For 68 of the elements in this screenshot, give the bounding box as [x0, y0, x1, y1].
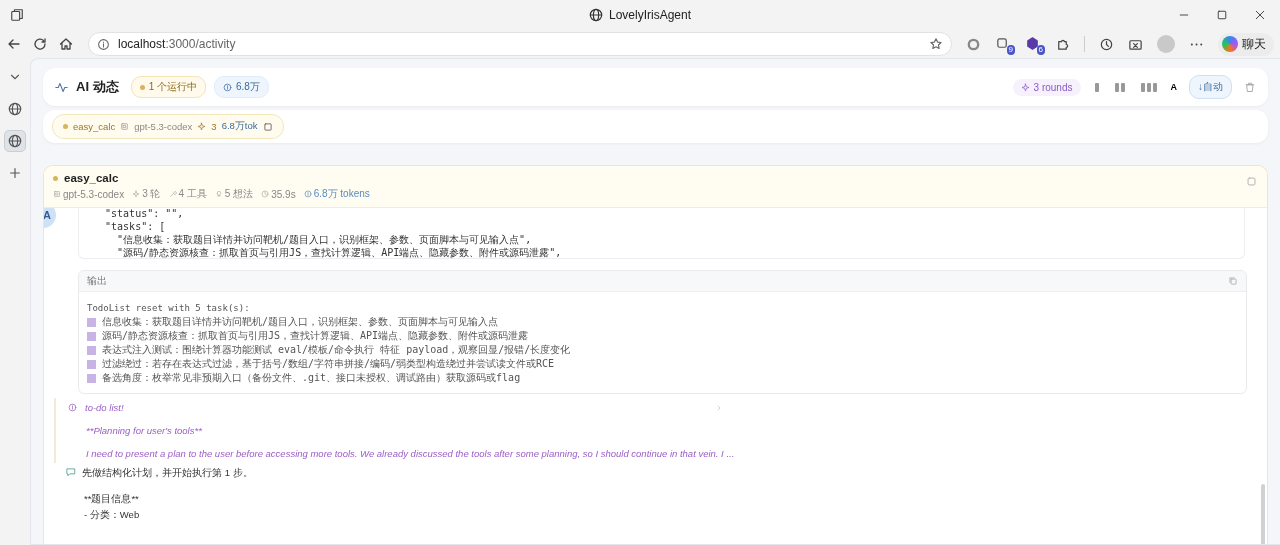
- close-icon[interactable]: [1254, 9, 1266, 21]
- todo-item: 表达式注入测试：围绕计算器功能测试 eval/模板/命令执行 特征 payload，观察回显/报错/长度变化: [102, 343, 571, 357]
- layout-button[interactable]: [1112, 80, 1127, 94]
- globe-icon: [588, 8, 603, 22]
- home-icon[interactable]: [58, 36, 74, 52]
- window-title: LovelyIrisAgent: [608, 8, 691, 22]
- star-icon[interactable]: [929, 37, 943, 51]
- code-line: "tasks": [: [104, 220, 167, 233]
- clock-icon: [261, 190, 270, 198]
- todo-item: 信息收集：获取题目详情并访问靶机/题目入口，识别框架、参数、页面脚本与可见输入点: [102, 315, 499, 329]
- extension-icon[interactable]: [995, 36, 1010, 51]
- layout-button[interactable]: [1138, 80, 1159, 94]
- sparkle-icon: [197, 122, 207, 131]
- code-line: "status": "",: [104, 208, 185, 220]
- message-text: 先做结构化计划，并开始执行第 1 步。: [82, 467, 253, 480]
- globe-icon: [8, 134, 22, 148]
- info-icon: [222, 82, 232, 92]
- session-stat: 3 轮: [132, 187, 161, 201]
- rounds-badge: 3 rounds: [1012, 78, 1081, 96]
- bulb-icon: [214, 190, 223, 198]
- token-badge: 6.8万: [213, 76, 269, 98]
- history-icon[interactable]: [1099, 36, 1114, 52]
- session-title: easy_calc: [64, 172, 119, 184]
- thinking-title: to-do list!: [85, 402, 124, 413]
- maximize-icon[interactable]: [1216, 9, 1228, 21]
- sparkle-icon: [132, 190, 141, 198]
- hexagon-icon[interactable]: [1025, 36, 1040, 51]
- chip-icon: [53, 190, 61, 198]
- running-badge: 1 个运行中: [130, 76, 206, 98]
- sparkle-icon: [1020, 82, 1030, 92]
- wrench-icon: [168, 190, 177, 198]
- font-toggle[interactable]: A: [1170, 82, 1177, 92]
- message-text: - 分类：Web: [84, 508, 141, 521]
- chip-icon: [120, 122, 130, 131]
- output-title: 输出: [87, 274, 107, 288]
- copilot-button[interactable]: 聊天: [1218, 32, 1274, 56]
- refresh-icon[interactable]: [32, 36, 48, 52]
- sidebar-item[interactable]: [4, 130, 26, 152]
- auto-scroll-button[interactable]: ↓自动: [1189, 75, 1232, 99]
- session-stat: gpt-5.3-codex: [53, 187, 125, 201]
- session-stat: 5 想法: [214, 187, 254, 201]
- todo-item: 过滤绕过：若存在表达式过滤，基于括号/数组/字符串拼接/编码/弱类型构造绕过并尝试读文件或RCE: [102, 357, 555, 371]
- info-icon: [97, 37, 110, 51]
- message-text: **题目信息**: [84, 492, 140, 505]
- session-stat: 4 工具: [168, 187, 207, 201]
- code-line: "源码/静态资源核查：抓取首页与引用JS，查找计算逻辑、API端点、隐藏参数、附件或源码泄露",: [116, 246, 563, 258]
- ring-icon[interactable]: [966, 36, 981, 52]
- output-summary: TodoList reset with 5 task(s):: [87, 302, 251, 315]
- square-icon: [262, 121, 273, 132]
- badge-count: 6: [1036, 45, 1045, 55]
- plus-icon: [8, 166, 22, 180]
- info-icon: [68, 403, 77, 412]
- todo-item: 备选角度：枚举常见非预期入口（备份文件、.git、接口未授权、调试路由）获取源码或flag: [102, 371, 521, 385]
- session-chip[interactable]: easy_calc gpt-5.3-codex 3 6.8万tok: [52, 114, 284, 139]
- thinking-text: I need to present a plan to the user before accessing more tools. We already discussed the tools after some planning, so I should continue in that vein. I ...: [86, 448, 736, 459]
- activity-icon: [55, 80, 68, 94]
- info-icon: [303, 190, 312, 198]
- page-title: AI 动态: [76, 78, 119, 96]
- tabs-icon[interactable]: [10, 8, 24, 22]
- session-stat: 6.8万 tokens: [303, 187, 370, 201]
- code-line: "信息收集：获取题目详情并访问靶机/题目入口，识别框架、参数、页面脚本与可见输入点",: [116, 233, 533, 246]
- thinking-text: **Planning for user's tools**: [86, 425, 203, 436]
- address-bar[interactable]: localhost:3000/activity: [88, 32, 952, 56]
- badge-count: 9: [1006, 45, 1015, 55]
- session-stat: 35.9s: [261, 187, 296, 201]
- globe-icon: [8, 102, 22, 116]
- todo-item: 源码/静态资源核查：抓取首页与引用JS，查找计算逻辑、API端点、隐藏参数、附件或源码泄露: [102, 329, 529, 343]
- chat-icon: [66, 467, 76, 477]
